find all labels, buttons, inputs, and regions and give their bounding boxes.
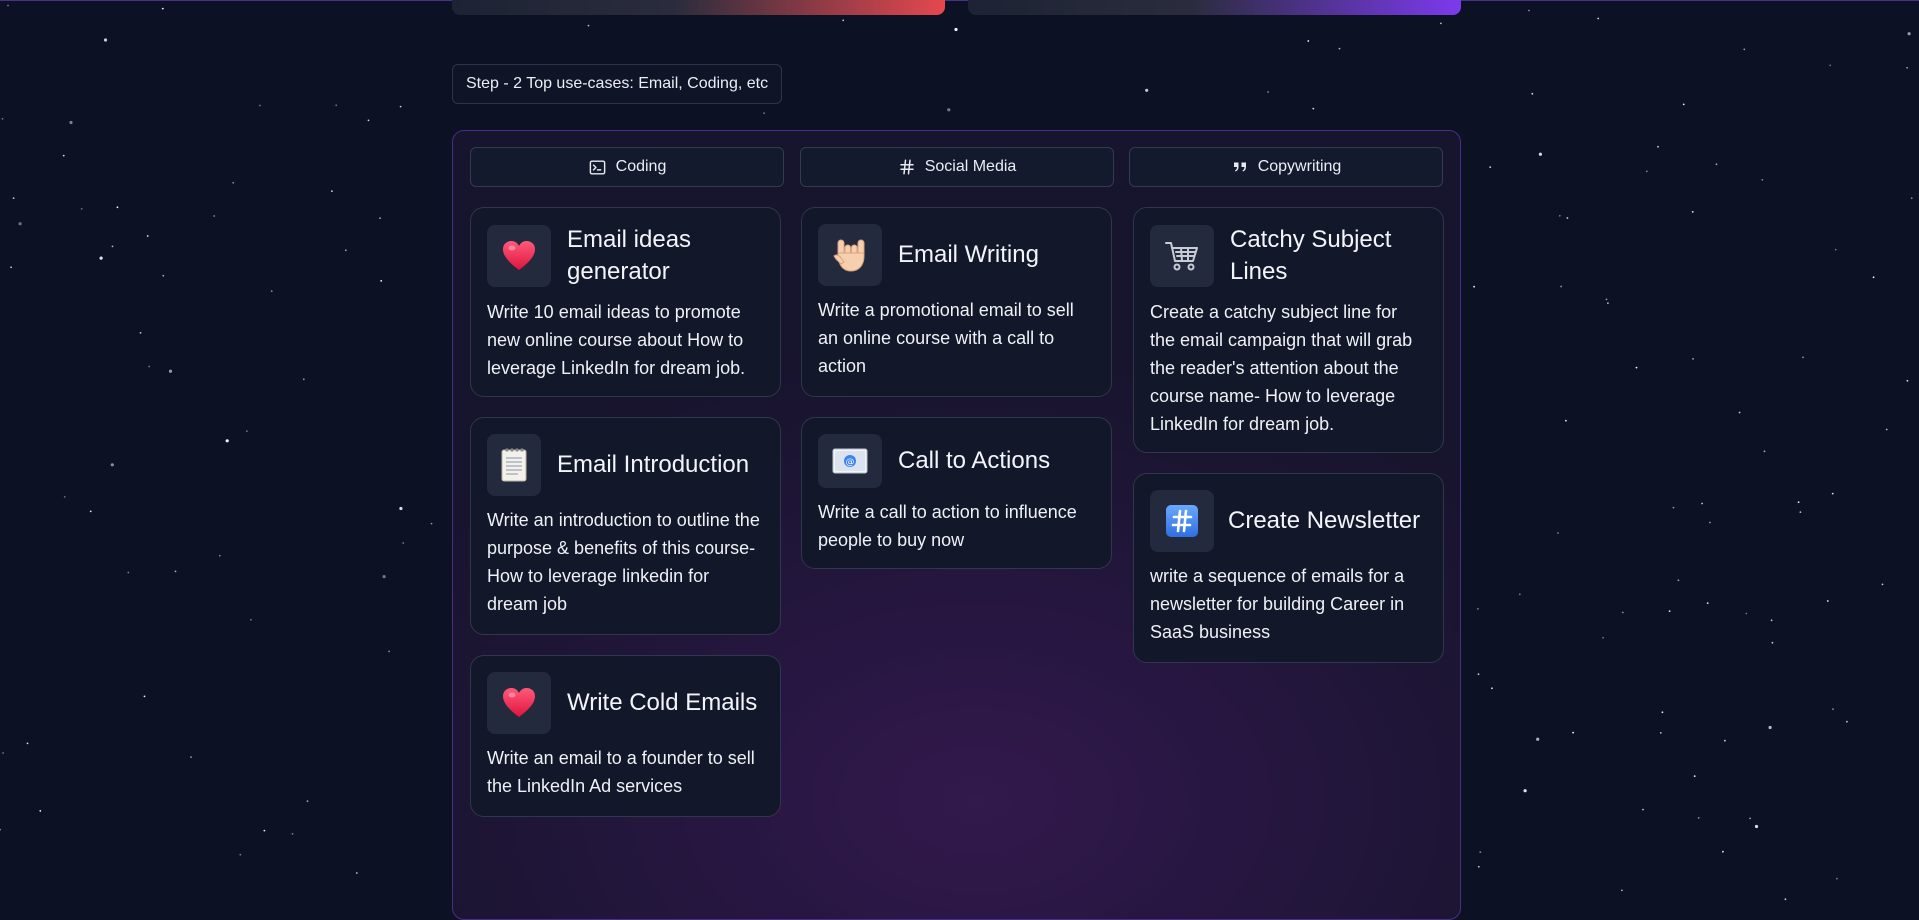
tab-coding[interactable]: Coding [470, 147, 784, 187]
heart-icon [487, 672, 551, 734]
card-title: Catchy Subject Lines [1230, 226, 1392, 285]
keycap-hash-icon [1150, 490, 1214, 552]
card-catchy-subject-lines[interactable]: Catchy Subject Lines Create a catchy sub… [1133, 207, 1444, 453]
terminal-icon [588, 158, 607, 177]
card-title: Call to Actions [898, 447, 1051, 474]
card-email-writing[interactable]: Email Writing Write a promotional email … [801, 207, 1112, 397]
card-description: Write an email to a founder to sell the … [487, 748, 755, 796]
card-write-cold-emails[interactable]: Write Cold Emails Write an email to a fo… [470, 655, 781, 817]
card-title: Create Newsletter [1228, 507, 1421, 534]
tab-label: Social Media [924, 158, 1017, 175]
tab-copywriting[interactable]: Copywriting [1129, 147, 1443, 187]
email-envelope-icon: @ [818, 434, 882, 488]
hash-icon [898, 158, 916, 176]
step-label: Step - 2 Top use-cases: Email, Coding, e… [452, 64, 783, 104]
heart-icon [487, 225, 551, 287]
card-title: Email Writing [898, 241, 1039, 268]
tab-social-media[interactable]: Social Media [800, 147, 1114, 187]
card-title: Email Introduction [557, 451, 750, 478]
shopping-cart-icon [1150, 225, 1214, 287]
tab-label: Coding [615, 158, 667, 175]
quote-icon [1231, 158, 1249, 176]
card-title: Email ideas generator [567, 226, 692, 285]
svg-text:@: @ [846, 458, 855, 468]
previous-section-bar-red [452, 0, 945, 15]
card-email-introduction[interactable]: Email Introduction Write an introduction… [470, 417, 781, 635]
card-description: Write a promotional email to sell an onl… [818, 300, 1074, 376]
tab-label: Copywriting [1257, 158, 1342, 175]
card-call-to-actions[interactable]: @ Call to Actions Write a call to action… [801, 417, 1112, 569]
notepad-icon [487, 434, 541, 496]
previous-section-bar-purple [968, 0, 1461, 15]
card-title: Write Cold Emails [567, 689, 758, 716]
card-description: Write 10 email ideas to promote new onli… [487, 302, 746, 378]
card-description: Write an introduction to outline the pur… [487, 510, 760, 614]
love-you-hand-icon [818, 224, 882, 286]
card-description: Write a call to action to influence peop… [818, 502, 1077, 550]
card-description: Create a catchy subject line for the ema… [1150, 302, 1413, 434]
card-description: write a sequence of emails for a newslet… [1150, 566, 1405, 642]
card-create-newsletter[interactable]: Create Newsletter write a sequence of em… [1133, 473, 1444, 663]
card-email-ideas-generator[interactable]: Email ideas generator Write 10 email ide… [470, 207, 781, 397]
